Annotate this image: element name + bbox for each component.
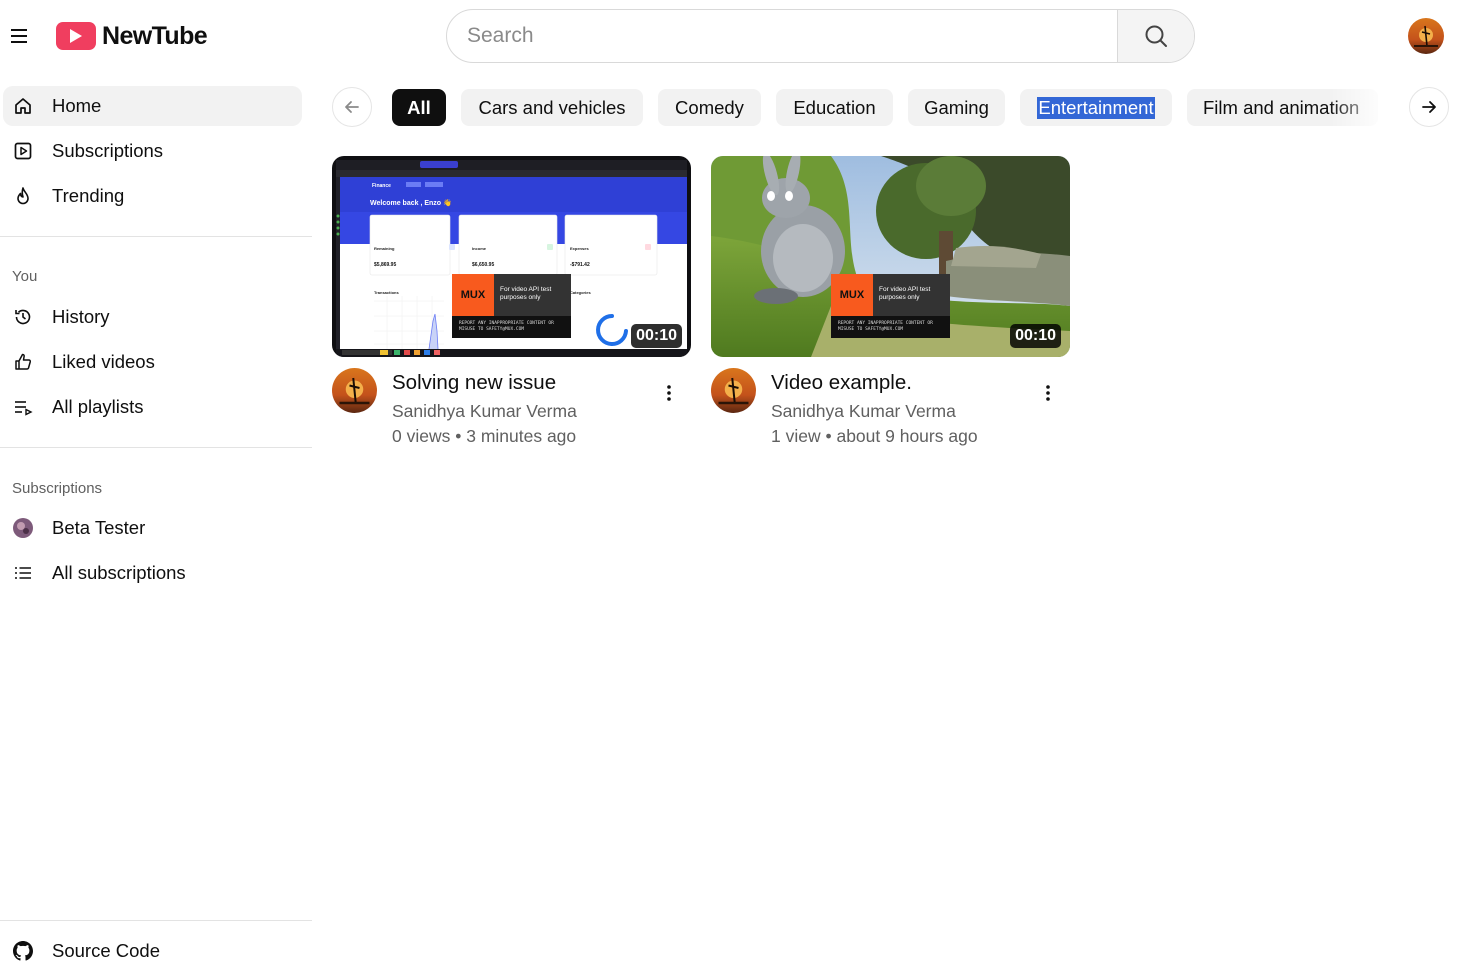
thumb-section: Transactions xyxy=(374,290,399,295)
video-stats: 0 views • 3 minutes ago xyxy=(392,426,577,446)
video-thumbnail[interactable]: Finance Welcome back , Enzo 👋 Remaining … xyxy=(332,156,691,357)
thumb-card-value: -$791.42 xyxy=(570,262,590,268)
sidebar-item-history[interactable]: History xyxy=(3,297,302,337)
view-count: 0 views xyxy=(392,426,451,446)
video-meta: Video example. Sanidhya Kumar Verma 1 vi… xyxy=(711,357,1070,453)
more-options-icon[interactable] xyxy=(657,381,681,405)
search-button[interactable] xyxy=(1117,10,1194,62)
channel-name[interactable]: Sanidhya Kumar Verma xyxy=(392,401,577,422)
thumb-card-value: $6,650.95 xyxy=(472,262,494,268)
subscriptions-icon xyxy=(12,140,34,162)
github-icon xyxy=(12,940,34,962)
sidebar-item-label: Trending xyxy=(52,185,125,206)
play-logo-icon xyxy=(56,22,96,50)
thumb-section: Categories xyxy=(570,290,591,295)
view-count: 1 view xyxy=(771,426,821,446)
channel-avatar[interactable] xyxy=(332,368,377,413)
sidebar: Home Subscriptions Trending You History … xyxy=(0,72,312,976)
thumb-card-label: Remaining xyxy=(374,246,395,251)
mux-note: For video API test purposes only xyxy=(494,274,571,316)
sidebar-divider xyxy=(0,920,312,921)
channel-name[interactable]: Sanidhya Kumar Verma xyxy=(771,401,956,422)
sidebar-item-label: Beta Tester xyxy=(52,517,146,538)
channel-avatar[interactable] xyxy=(711,368,756,413)
mux-logo: MUX xyxy=(452,274,494,316)
mux-watermark: MUX For video API test purposes only REP… xyxy=(452,274,571,338)
chip-all[interactable]: All xyxy=(392,89,446,126)
sidebar-item-home[interactable]: Home xyxy=(3,86,302,126)
sidebar-item-label: All playlists xyxy=(52,396,144,417)
top-bar: NewTube xyxy=(0,0,1457,72)
chip-entertainment[interactable]: Entertainment xyxy=(1020,89,1172,126)
chip-gaming[interactable]: Gaming xyxy=(908,89,1005,126)
upload-age: 3 minutes ago xyxy=(466,426,577,446)
chip-education[interactable]: Education xyxy=(776,89,893,126)
mux-report-note: REPORT ANY INAPPROPRIATE CONTENT OR MISU… xyxy=(831,316,950,338)
sidebar-item-all-subscriptions[interactable]: All subscriptions xyxy=(3,553,302,593)
video-title[interactable]: Video example. xyxy=(771,371,912,395)
hamburger-menu-icon[interactable] xyxy=(8,24,32,48)
sidebar-heading-subscriptions: Subscriptions xyxy=(12,480,103,497)
upload-age: about 9 hours ago xyxy=(836,426,978,446)
history-icon xyxy=(12,306,34,328)
arrow-right-icon xyxy=(1422,101,1436,113)
more-options-icon[interactable] xyxy=(1036,381,1060,405)
sidebar-item-liked-videos[interactable]: Liked videos xyxy=(3,342,302,382)
chip-comedy[interactable]: Comedy xyxy=(658,89,761,126)
sidebar-item-all-playlists[interactable]: All playlists xyxy=(3,387,302,427)
sidebar-item-label: Subscriptions xyxy=(52,140,164,161)
sidebar-divider xyxy=(0,236,312,237)
video-title[interactable]: Solving new issue xyxy=(392,371,556,395)
chips-next-button[interactable] xyxy=(1409,87,1449,127)
sidebar-divider xyxy=(0,447,312,448)
flame-icon xyxy=(12,185,34,207)
channel-avatar xyxy=(12,517,34,539)
video-thumbnail[interactable]: MUX For video API test purposes only REP… xyxy=(711,156,1070,357)
search-input[interactable] xyxy=(447,10,1117,62)
search-icon xyxy=(1145,25,1167,47)
sidebar-item-trending[interactable]: Trending xyxy=(3,176,302,216)
sidebar-item-label: History xyxy=(52,306,110,327)
playlist-icon xyxy=(12,396,34,418)
sidebar-item-label: Source Code xyxy=(52,940,160,961)
list-icon xyxy=(12,562,34,584)
thumb-greeting: Welcome back , Enzo 👋 xyxy=(370,198,452,207)
sidebar-item-subscriptions[interactable]: Subscriptions xyxy=(3,131,302,171)
sidebar-item-label: Home xyxy=(52,95,102,116)
chip-film-and-animation[interactable]: Film and animation xyxy=(1187,89,1378,126)
video-card: Finance Welcome back , Enzo 👋 Remaining … xyxy=(332,156,691,453)
logo[interactable]: NewTube xyxy=(56,20,208,52)
mux-watermark: MUX For video API test purposes only REP… xyxy=(831,274,950,338)
video-stats: 1 view • about 9 hours ago xyxy=(771,426,978,446)
mux-logo: MUX xyxy=(831,274,873,316)
sidebar-heading-you: You xyxy=(12,268,38,285)
thumbs-up-icon xyxy=(12,351,34,373)
sidebar-item-source-code[interactable]: Source Code xyxy=(3,931,302,971)
sidebar-item-beta-tester[interactable]: Beta Tester xyxy=(3,508,302,548)
chip-label: Entertainment xyxy=(1037,96,1155,119)
logo-text: NewTube xyxy=(102,21,208,50)
chip-cars-and-vehicles[interactable]: Cars and vehicles xyxy=(461,89,643,126)
video-duration: 00:10 xyxy=(1010,324,1061,348)
chips-prev-button[interactable] xyxy=(332,87,372,127)
user-avatar[interactable] xyxy=(1408,18,1444,54)
thumb-app-name: Finance xyxy=(372,183,391,189)
thumb-card-label: Expenses xyxy=(570,246,589,251)
thumb-card-value: $5,869.95 xyxy=(374,262,396,268)
video-card: MUX For video API test purposes only REP… xyxy=(711,156,1070,453)
mux-note: For video API test purposes only xyxy=(873,274,950,316)
video-duration: 00:10 xyxy=(631,324,682,348)
mux-report-note: REPORT ANY INAPPROPRIATE CONTENT OR MISU… xyxy=(452,316,571,338)
sidebar-item-label: All subscriptions xyxy=(52,562,186,583)
home-icon xyxy=(12,95,34,117)
video-meta: Solving new issue Sanidhya Kumar Verma 0… xyxy=(332,357,691,453)
sidebar-item-label: Liked videos xyxy=(52,351,155,372)
arrow-left-icon xyxy=(345,101,359,113)
search-bar xyxy=(446,9,1195,63)
thumb-card-label: Income xyxy=(472,246,487,251)
